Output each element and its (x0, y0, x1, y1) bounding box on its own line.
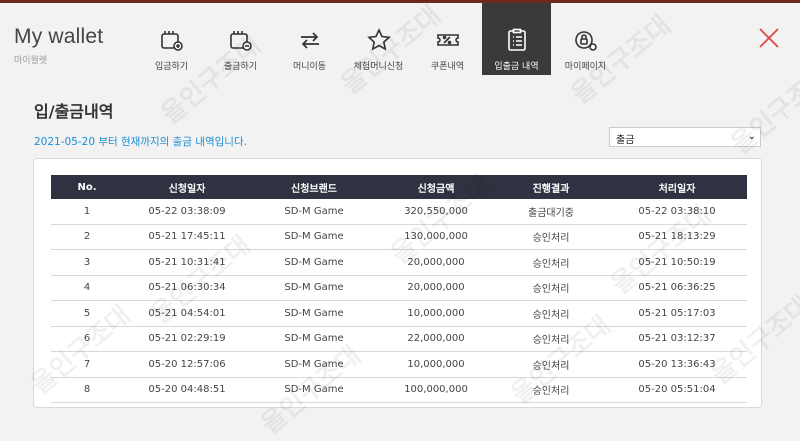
table-row: 5 05-21 04:54:01 SD-M Game 10,000,000 승인처리 05… (51, 300, 747, 327)
table-cell: 130,000,000 (377, 224, 495, 250)
nav-item-mypage[interactable]: 마이페이지 (551, 3, 620, 75)
table-cell: 4 (51, 275, 123, 301)
header: My wallet 마이월렛 입금하기 출금하기 머니이동 체험머니신청 쿠폰내… (0, 3, 800, 75)
nav-item-withdraw[interactable]: 출금하기 (206, 3, 275, 75)
col-header: 진행결과 (495, 175, 607, 199)
table-cell: 05-21 06:36:25 (607, 275, 747, 301)
col-header: 신청브랜드 (251, 175, 377, 199)
table-row: 2 05-21 17:45:11 SD-M Game 130,000,000 승인처리 0… (51, 224, 747, 250)
table-cell: 3 (51, 249, 123, 276)
col-header: No. (51, 175, 123, 199)
filter-select[interactable]: 출금 ⌄ (609, 127, 761, 147)
table-cell: 6 (51, 326, 123, 352)
table-row: 3 05-21 10:31:41 SD-M Game 20,000,000 승인처리 05… (51, 249, 747, 276)
table-cell: 05-21 02:29:19 (123, 326, 251, 352)
nav-label: 입출금 내역 (494, 62, 539, 72)
table-cell: 1 (51, 199, 123, 225)
lock-gear-icon (574, 31, 597, 51)
nav-label: 체험머니신청 (353, 62, 404, 72)
nav-label: 쿠폰내역 (430, 62, 465, 72)
table-cell: 20,000,000 (377, 275, 495, 301)
table-cell: 22,000,000 (377, 326, 495, 352)
table-row: 6 05-21 02:29:19 SD-M Game 22,000,000 승인처리 05… (51, 326, 747, 352)
brand-title: My wallet (14, 25, 104, 48)
table-row: 7 05-20 12:57:06 SD-M Game 10,000,000 승인처리 05… (51, 351, 747, 378)
nav-label: 입금하기 (154, 62, 189, 72)
clipboard-list-icon (507, 28, 526, 51)
table-cell: 7 (51, 351, 123, 378)
table-cell: SD-M Game (251, 275, 377, 301)
close-icon[interactable] (758, 27, 780, 49)
table-cell: 05-21 10:31:41 (123, 249, 251, 276)
table-cell: 승인처리 (495, 300, 607, 327)
money-transfer-icon (300, 32, 319, 49)
nav-item-money-transfer[interactable]: 머니이동 (275, 3, 344, 75)
table-cell: 10,000,000 (377, 351, 495, 378)
page-title: 입/출금내역 (34, 102, 114, 121)
table-cell: 05-21 18:13:29 (607, 224, 747, 250)
table-cell: 320,550,000 (377, 199, 495, 225)
table-cell: 승인처리 (495, 351, 607, 378)
filter-selected-value: 출금 (616, 135, 635, 146)
table-cell: 05-22 03:38:10 (607, 199, 747, 225)
withdraw-wallet-icon (229, 31, 252, 51)
table-header-row: No. 신청일자 신청브랜드 신청금액 진행결과 처리일자 (51, 175, 747, 199)
table-cell: SD-M Game (251, 249, 377, 276)
table-row: 1 05-22 03:38:09 SD-M Game 320,550,000 출금대기중… (51, 199, 747, 225)
table-cell: SD-M Game (251, 224, 377, 250)
table-cell: 2 (51, 224, 123, 250)
star-icon (366, 28, 391, 51)
nav-item-transaction-history[interactable]: 입출금 내역 (482, 3, 551, 75)
period-text: 2021-05-20 부터 현재까지의 출금 내역입니다. (34, 136, 247, 148)
table-cell: 100,000,000 (377, 377, 495, 403)
brand-subtitle: 마이월렛 (14, 56, 48, 66)
table-cell: 05-21 10:50:19 (607, 249, 747, 276)
table-cell: 10,000,000 (377, 300, 495, 327)
table-cell: SD-M Game (251, 351, 377, 378)
table-cell: 05-21 04:54:01 (123, 300, 251, 327)
table-cell: 20,000,000 (377, 249, 495, 276)
nav-label: 출금하기 (223, 62, 258, 72)
table-cell: SD-M Game (251, 300, 377, 327)
table-cell: 승인처리 (495, 249, 607, 276)
table-cell: 05-22 03:38:09 (123, 199, 251, 225)
deposit-wallet-icon (160, 31, 183, 51)
coupon-icon (436, 34, 459, 46)
nav-item-coupons[interactable]: 쿠폰내역 (413, 3, 482, 75)
table-cell: 승인처리 (495, 224, 607, 250)
table-row: 4 05-21 06:30:34 SD-M Game 20,000,000 승인처리 05… (51, 275, 747, 301)
table-cell: 출금대기중 (495, 199, 607, 225)
table-cell: 8 (51, 377, 123, 403)
col-header: 신청금액 (377, 175, 495, 199)
table-cell: 승인처리 (495, 377, 607, 403)
wallet-nav: 입금하기 출금하기 머니이동 체험머니신청 쿠폰내역 입출금 내역 마이페이지 (137, 3, 620, 75)
table-cell: 승인처리 (495, 275, 607, 301)
table-cell: 05-20 13:36:43 (607, 351, 747, 378)
col-header: 처리일자 (607, 175, 747, 199)
table-cell: SD-M Game (251, 199, 377, 225)
table-row: 8 05-20 04:48:51 SD-M Game 100,000,000 승인처리 0… (51, 377, 747, 403)
nav-item-deposit[interactable]: 입금하기 (137, 3, 206, 75)
table-cell: 05-20 04:48:51 (123, 377, 251, 403)
table-cell: 승인처리 (495, 326, 607, 352)
brand: My wallet 마이월렛 (14, 25, 103, 66)
col-header: 신청일자 (123, 175, 251, 199)
table-cell: 05-21 05:17:03 (607, 300, 747, 327)
table-cell: 05-20 05:51:04 (607, 377, 747, 403)
table-cell: SD-M Game (251, 326, 377, 352)
table-cell: 5 (51, 300, 123, 327)
table-cell: 05-20 12:57:06 (123, 351, 251, 378)
table-cell: 05-21 17:45:11 (123, 224, 251, 250)
nav-label: 마이페이지 (564, 62, 607, 72)
table-cell: SD-M Game (251, 377, 377, 403)
history-table: No. 신청일자 신청브랜드 신청금액 진행결과 처리일자 1 05-22 03:… (51, 175, 747, 403)
history-panel: No. 신청일자 신청브랜드 신청금액 진행결과 처리일자 1 05-22 03:… (33, 158, 762, 408)
chevron-down-icon: ⌄ (747, 131, 756, 142)
table-cell: 05-21 06:30:34 (123, 275, 251, 301)
nav-label: 머니이동 (292, 62, 327, 72)
table-cell: 05-21 03:12:37 (607, 326, 747, 352)
nav-item-trial-money[interactable]: 체험머니신청 (344, 3, 413, 75)
